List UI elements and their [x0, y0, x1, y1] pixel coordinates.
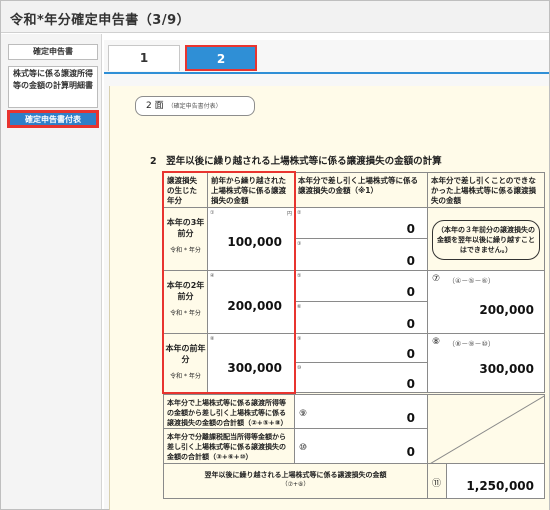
remain-value-1year: 300,000 — [479, 362, 534, 376]
deduct1-value-3years: 0 — [406, 222, 415, 236]
deduct2-value-2years: 0 — [406, 317, 415, 331]
final-label-cell: 翌年以後に繰り越される上場株式等に係る譲渡損失の金額 （⑦+⑧） — [163, 463, 428, 499]
deduct1-field-2years[interactable]: ⑤ 0 — [294, 270, 428, 302]
remain-formula-2years: （④－⑤－⑥） — [448, 277, 495, 285]
deduct1-value-2years: 0 — [406, 285, 415, 299]
sidebar-item-kakutei-shinkokusho[interactable]: 確定申告書 — [8, 44, 98, 60]
window-title: 令和*年分確定申告書（3/9） — [10, 13, 191, 28]
remain-field-2years[interactable]: ⑦ （④－⑤－⑥） 200,000 — [427, 270, 545, 334]
men-label-sub: （確定申告書付表） — [167, 103, 222, 110]
sidebar-item-kabushiki-meisaisho[interactable]: 株式等に係る譲渡所得等の金額の計算明細書 — [8, 66, 98, 108]
total-row1-field[interactable]: ⑨ 0 — [294, 394, 428, 429]
diagonal-slash — [430, 395, 544, 463]
deduct2-marker-1year: ⑩ — [297, 365, 302, 371]
remain-formula-1year: （⑧－⑨－⑩） — [448, 340, 495, 348]
total-row2-marker: ⑩ — [299, 443, 308, 453]
sidebar-item-fuhyo[interactable]: 確定申告書付表 — [8, 111, 98, 127]
deduct2-field-2years[interactable]: ⑥ 0 — [294, 301, 428, 334]
header-col-deduct: 本年分で差し引く上場株式等に係る譲渡損失の金額（※1） — [294, 172, 428, 208]
highlight-box — [162, 171, 296, 394]
remain-field-1year[interactable]: ⑧ （⑧－⑨－⑩） 300,000 — [427, 333, 545, 393]
total-row2-field[interactable]: ⑩ 0 — [294, 428, 428, 464]
final-marker: ⑪ — [432, 479, 442, 489]
remain-cell-3years: （本年の３年前分の譲渡損失の金額を翌年以後に繰り越すことはできません。） — [427, 207, 545, 271]
deduct2-marker-2years: ⑥ — [297, 304, 302, 310]
men-label: 2 面（確定申告書付表） — [135, 96, 255, 116]
total-row1-label: 本年分で上場株式等に係る譲渡所得等の金額から差し引く上場株式等に係る譲渡損失の金… — [163, 394, 295, 429]
tab-page-2[interactable]: 2 — [185, 45, 257, 71]
deduct1-value-1year: 0 — [406, 347, 415, 361]
deduct1-marker-3years: ② — [297, 210, 302, 216]
totals-blank-cell — [427, 394, 545, 464]
final-marker-cell: ⑪ — [427, 463, 447, 499]
men-label-text: 2 面 — [146, 101, 164, 111]
remain-value-2years: 200,000 — [479, 303, 534, 317]
page-tabs: 1 2 — [104, 40, 549, 72]
header-col-remain: 本年分で差し引くことのできなかった上場株式等に係る譲渡損失の金額 — [427, 172, 545, 208]
final-value: 1,250,000 — [466, 479, 534, 493]
sidebar: 確定申告書 株式等に係る譲渡所得等の金額の計算明細書 確定申告書付表 — [1, 34, 102, 509]
final-value-field[interactable]: 1,250,000 — [446, 463, 545, 499]
section-title: 2 翌年以後に繰り越される上場株式等に係る譲渡損失の金額の計算 — [150, 156, 442, 167]
deduct2-marker-3years: ③ — [297, 241, 302, 247]
deduct1-marker-1year: ⑨ — [297, 336, 302, 342]
total-row1-marker: ⑨ — [299, 409, 308, 419]
total-row2-value: 0 — [406, 445, 415, 459]
deduct2-value-1year: 0 — [406, 377, 415, 391]
note-no-carryover: （本年の３年前分の譲渡損失の金額を翌年以後に繰り越すことはできません。） — [432, 220, 540, 260]
final-label: 翌年以後に繰り越される上場株式等に係る譲渡損失の金額 — [204, 471, 387, 479]
title-bar: 令和*年分確定申告書（3/9） — [1, 1, 549, 33]
final-formula: （⑦+⑧） — [281, 481, 310, 488]
total-row1-value: 0 — [406, 411, 415, 425]
remain-marker-1year: ⑧ — [432, 337, 441, 347]
deduct1-field-1year[interactable]: ⑨ 0 — [294, 333, 428, 363]
deduct2-field-1year[interactable]: ⑩ 0 — [294, 362, 428, 393]
deduct2-value-3years: 0 — [406, 254, 415, 268]
tab-page-1[interactable]: 1 — [108, 45, 180, 71]
deduct1-marker-2years: ⑤ — [297, 273, 302, 279]
remain-marker-2years: ⑦ — [432, 274, 441, 284]
total-row2-label: 本年分で分離課税配当所得等金額から差し引く上場株式等に係る譲渡損失の金額の合計額… — [163, 428, 295, 464]
deduct2-field-3years[interactable]: ③ 0 — [294, 238, 428, 271]
deduct1-field-3years[interactable]: ② 0 — [294, 207, 428, 239]
